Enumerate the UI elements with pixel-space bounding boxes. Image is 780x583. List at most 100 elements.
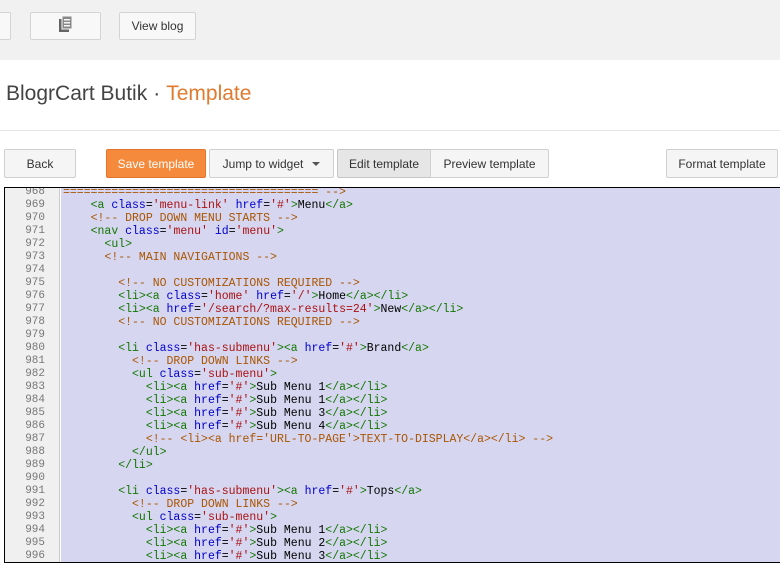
code-line: <li><a href='#'>Sub Menu 3</a></li> xyxy=(63,407,388,420)
toolbar-left-button[interactable] xyxy=(0,12,11,40)
code-token: <!-- <li><a href='URL-TO-PAGE'>TEXT-TO-D… xyxy=(145,433,553,446)
code-token: href xyxy=(166,303,195,316)
code-token: </a> xyxy=(394,485,422,498)
code-token: > xyxy=(290,199,298,212)
code-token: = xyxy=(221,420,229,433)
code-token: 'sub-menu' xyxy=(201,511,271,524)
code-token: <ul> xyxy=(104,238,133,251)
code-line: <ul class='sub-menu'> xyxy=(63,368,277,381)
code-editor[interactable]: 968 =====================================… xyxy=(4,187,780,563)
code-token: <li xyxy=(118,342,146,355)
jump-to-widget-dropdown[interactable]: Jump to widget xyxy=(209,149,334,178)
line-number: 985 xyxy=(25,407,45,419)
code-token: class xyxy=(111,199,146,212)
code-token: <li><a xyxy=(145,524,195,537)
pages-button[interactable] xyxy=(30,12,101,40)
code-token: = xyxy=(221,407,229,420)
preview-template-tab[interactable]: Preview template xyxy=(430,149,549,178)
code-token: = xyxy=(221,537,229,550)
code-token: = xyxy=(283,290,291,303)
code-token: Sub Menu 1 xyxy=(256,524,326,537)
line-number: 983 xyxy=(25,381,45,393)
line-number: 968 xyxy=(25,187,45,198)
code-token: <!-- NO CUSTOMIZATIONS REQUIRED --> xyxy=(118,277,360,290)
code-token: = xyxy=(145,199,153,212)
code-line: <li class='has-submenu'><a href='#'>Bran… xyxy=(63,342,429,355)
line-number: 993 xyxy=(25,511,45,523)
top-toolbar: View blog xyxy=(0,0,780,60)
code-token: = xyxy=(221,394,229,407)
code-token: '#' xyxy=(228,537,250,550)
code-token: </a></li> xyxy=(325,420,388,433)
view-blog-button[interactable]: View blog xyxy=(119,12,196,40)
code-token: class xyxy=(159,511,195,524)
code-line: </ul> xyxy=(63,446,167,459)
code-token: 'has-submenu' xyxy=(187,342,277,355)
code-token: href xyxy=(194,394,222,407)
code-line: <!-- DROP DOWN LINKS --> xyxy=(63,498,298,511)
format-template-button[interactable]: Format template xyxy=(666,149,778,178)
line-number: 990 xyxy=(25,472,45,484)
code-line: </li> xyxy=(63,459,153,472)
code-line: <li><a href='#'>Sub Menu 2</a></li> xyxy=(63,537,388,550)
chevron-down-icon xyxy=(312,161,321,166)
code-token: = xyxy=(228,225,236,238)
code-token: </a></li> xyxy=(325,407,388,420)
code-token: ===================================== --… xyxy=(63,187,346,199)
code-token: <!-- DROP DOWN LINKS --> xyxy=(132,355,298,368)
code-token: '#' xyxy=(228,381,250,394)
code-line: <li><a href='#'>Sub Menu 3</a></li> xyxy=(63,550,388,563)
back-button[interactable]: Back xyxy=(4,149,76,178)
code-token: = xyxy=(194,303,202,316)
code-token: <li><a xyxy=(118,290,167,303)
code-token: <li><a xyxy=(145,537,195,550)
code-token: href xyxy=(235,199,264,212)
code-token: <ul xyxy=(132,511,160,524)
blog-name: BlogrCart Butik xyxy=(6,82,148,105)
line-number: 988 xyxy=(25,446,45,458)
code-token: <a xyxy=(90,199,112,212)
line-number: 978 xyxy=(25,316,45,328)
code-line: <nav class='menu' id='menu'> xyxy=(63,225,284,238)
code-token: Home xyxy=(318,290,347,303)
edit-template-tab[interactable]: Edit template xyxy=(337,149,431,178)
code-token: <li><a xyxy=(145,394,195,407)
code-token: 'menu' xyxy=(166,225,208,238)
code-token: Sub Menu 4 xyxy=(256,420,326,433)
code-token: href xyxy=(194,550,222,563)
code-token: Sub Menu 1 xyxy=(256,381,326,394)
code-token: </li> xyxy=(118,459,153,472)
save-template-button[interactable]: Save template xyxy=(106,149,206,178)
line-number: 995 xyxy=(25,537,45,549)
code-token: href xyxy=(256,290,284,303)
code-token: > xyxy=(277,225,284,238)
code-token: = xyxy=(159,225,167,238)
line-number: 982 xyxy=(25,368,45,380)
code-token: 'has-submenu' xyxy=(187,485,277,498)
title-separator: · xyxy=(153,82,161,105)
code-token: 'home' xyxy=(207,290,250,303)
code-line: <li><a href='#'>Sub Menu 1</a></li> xyxy=(63,394,388,407)
code-line: <li><a href='#'>Sub Menu 4</a></li> xyxy=(63,420,388,433)
section-name: Template xyxy=(166,82,252,105)
pages-icon xyxy=(58,15,74,38)
page-header: BlogrCart Butik · Template xyxy=(0,60,780,131)
code-token: <nav xyxy=(90,225,126,238)
line-number: 971 xyxy=(25,225,45,237)
